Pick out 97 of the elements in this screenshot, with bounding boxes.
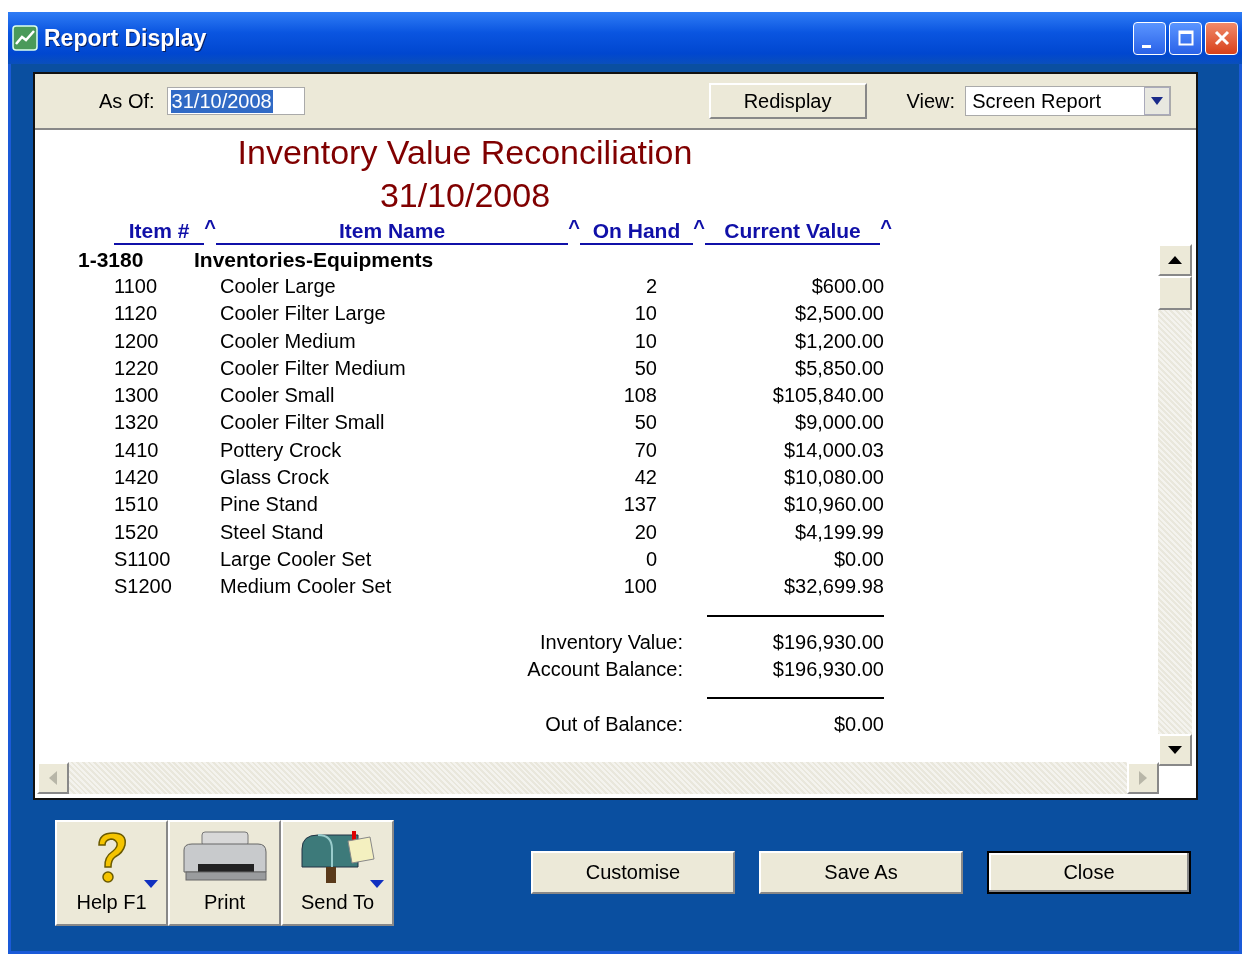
item-number: 1120 [114, 301, 158, 327]
on-hand-value: 10 [633, 328, 657, 354]
sort-caret[interactable]: ^ [693, 219, 705, 235]
toolbar-button[interactable]: Print [168, 820, 281, 926]
item-name: Pottery Crock [220, 437, 343, 463]
item-number: 1520 [114, 519, 160, 545]
column-header[interactable]: On Hand [580, 219, 693, 245]
up-arrow-icon [1168, 256, 1182, 264]
down-arrow-icon [1168, 746, 1182, 754]
item-name: Medium Cooler Set [220, 574, 393, 600]
on-hand-value: 0 [644, 546, 657, 572]
question-mark-icon [96, 831, 127, 883]
report-date: 31/10/2008 [378, 175, 552, 216]
toolbar-button[interactable]: Help F1 [55, 820, 168, 926]
sort-caret[interactable]: ^ [880, 219, 892, 235]
left-arrow-icon [49, 771, 57, 785]
current-value: $0.00 [832, 546, 884, 572]
dialog-button[interactable]: Customise [531, 851, 735, 894]
item-number: 1200 [114, 328, 160, 354]
on-hand-value: 70 [633, 437, 657, 463]
maximize-button[interactable] [1169, 21, 1202, 55]
item-number: 1420 [114, 465, 160, 491]
on-hand-value: 108 [622, 383, 657, 409]
right-arrow-icon [1139, 771, 1147, 785]
scroll-up-button[interactable] [1158, 244, 1192, 276]
item-number: 1320 [114, 410, 160, 436]
current-value: $14,000.03 [782, 437, 884, 463]
item-name: Cooler Filter Medium [220, 355, 407, 381]
date-field[interactable]: 31/10/2008 [166, 87, 305, 115]
on-hand-value: 137 [622, 492, 657, 518]
column-header[interactable]: Current Value [705, 219, 880, 245]
item-number: 1510 [114, 492, 160, 518]
total-value: $196,930.00 [707, 614, 884, 656]
current-value: $1,200.00 [794, 328, 884, 354]
current-value: $10,080.00 [782, 465, 884, 491]
column-header[interactable]: Item # [114, 219, 204, 245]
total-label: Account Balance: [526, 656, 683, 682]
current-value: $2,500.00 [794, 301, 884, 327]
current-value: $32,699.98 [782, 574, 884, 600]
current-value: $5,850.00 [794, 355, 884, 381]
close-icon [1213, 30, 1230, 46]
on-hand-value: 42 [633, 465, 657, 491]
current-value: $105,840.00 [771, 383, 884, 409]
minimize-button[interactable] [1133, 21, 1166, 55]
dialog-button[interactable]: Save As [759, 851, 963, 894]
item-name: Cooler Medium [220, 328, 357, 354]
item-name: Glass Crock [220, 465, 330, 491]
on-hand-value: 50 [633, 410, 657, 436]
current-value: $10,960.00 [782, 492, 884, 518]
sort-caret[interactable]: ^ [204, 219, 216, 235]
item-number: 1100 [114, 274, 158, 299]
item-name: Cooler Large [220, 274, 337, 299]
toolbar-button[interactable]: Send To [281, 820, 394, 926]
as-of-label: As Of: [99, 89, 155, 113]
item-name: Cooler Filter Large [220, 301, 387, 327]
item-name: Cooler Small [220, 383, 336, 409]
item-number: 1220 [114, 355, 160, 381]
account-number: 1-3180 [78, 247, 145, 273]
sort-caret[interactable]: ^ [568, 219, 580, 235]
current-value: $9,000.00 [794, 410, 884, 436]
item-name: Cooler Filter Small [220, 410, 386, 436]
window-title: Report Display [44, 24, 208, 52]
item-name: Steel Stand [220, 519, 325, 545]
on-hand-value: 100 [622, 574, 657, 600]
maximize-icon [1177, 30, 1194, 46]
total-label: Out of Balance: [544, 711, 683, 737]
view-dropdown[interactable]: Screen Report [965, 86, 1172, 116]
dialog-button[interactable]: Close [987, 851, 1191, 894]
total-value: $0.00 [707, 696, 884, 738]
on-hand-value: 10 [633, 301, 657, 327]
redisplay-button[interactable]: Redisplay [708, 83, 867, 119]
current-value: $600.00 [810, 274, 884, 299]
current-value: $4,199.99 [794, 519, 884, 545]
on-hand-value: 2 [644, 274, 657, 299]
scroll-thumb[interactable] [1158, 276, 1192, 310]
horizontal-scrollbar[interactable] [37, 762, 1159, 794]
scroll-left-button[interactable] [37, 762, 69, 794]
scroll-down-button[interactable] [1158, 734, 1192, 766]
total-value: $196,930.00 [771, 656, 884, 682]
total-label: Inventory Value: [538, 629, 683, 655]
chart-icon [12, 25, 38, 51]
item-number: S1200 [114, 574, 173, 600]
item-number: 1300 [114, 383, 160, 409]
vertical-scrollbar[interactable] [1158, 244, 1192, 766]
item-number: 1410 [114, 437, 160, 463]
column-header[interactable]: Item Name [216, 219, 568, 245]
minimize-icon [1142, 44, 1151, 48]
mailbox-icon [299, 829, 376, 885]
view-label: View: [906, 89, 956, 113]
close-button[interactable] [1205, 21, 1238, 55]
on-hand-value: 20 [633, 519, 657, 545]
item-name: Pine Stand [220, 492, 319, 518]
report-title: Inventory Value Reconciliation [236, 132, 694, 173]
account-name: Inventories-Equipments [194, 247, 434, 273]
item-number: S1100 [114, 546, 172, 572]
item-name: Large Cooler Set [220, 546, 373, 572]
on-hand-value: 50 [633, 355, 657, 381]
